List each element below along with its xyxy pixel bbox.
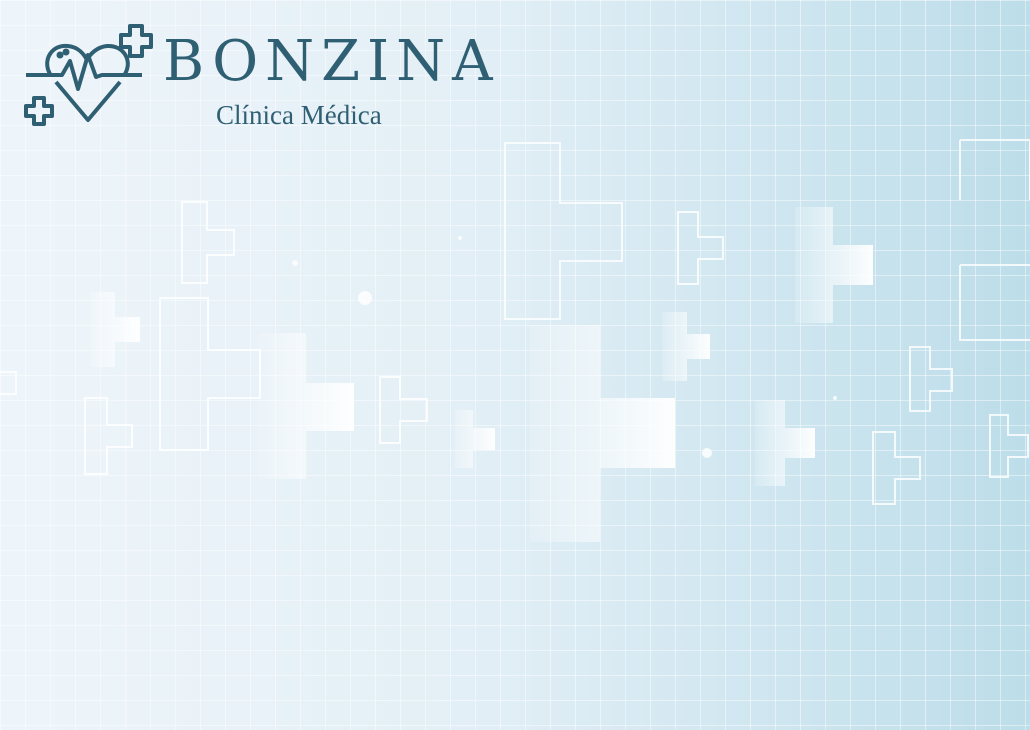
outline-cross xyxy=(181,201,235,284)
solid-cross xyxy=(455,410,495,468)
outline-cross xyxy=(0,371,17,395)
solid-cross xyxy=(530,325,675,542)
outline-cross xyxy=(872,431,921,505)
outline-cross xyxy=(959,139,1030,341)
brand-name: BONZINA xyxy=(163,29,500,94)
brand-subtitle: Clínica Médica xyxy=(216,100,382,130)
solid-cross xyxy=(662,312,710,381)
solid-cross xyxy=(90,292,140,367)
outline-cross xyxy=(677,211,724,285)
outline-cross xyxy=(909,346,953,412)
outline-cross xyxy=(84,397,133,475)
outline-cross xyxy=(379,376,428,444)
outline-cross xyxy=(989,414,1029,478)
solid-cross xyxy=(258,333,354,479)
solid-cross xyxy=(755,400,815,486)
solid-cross xyxy=(795,207,873,323)
outline-cross xyxy=(504,142,623,320)
outline-cross xyxy=(159,297,261,451)
heart-pulse-plus-icon xyxy=(24,24,153,126)
